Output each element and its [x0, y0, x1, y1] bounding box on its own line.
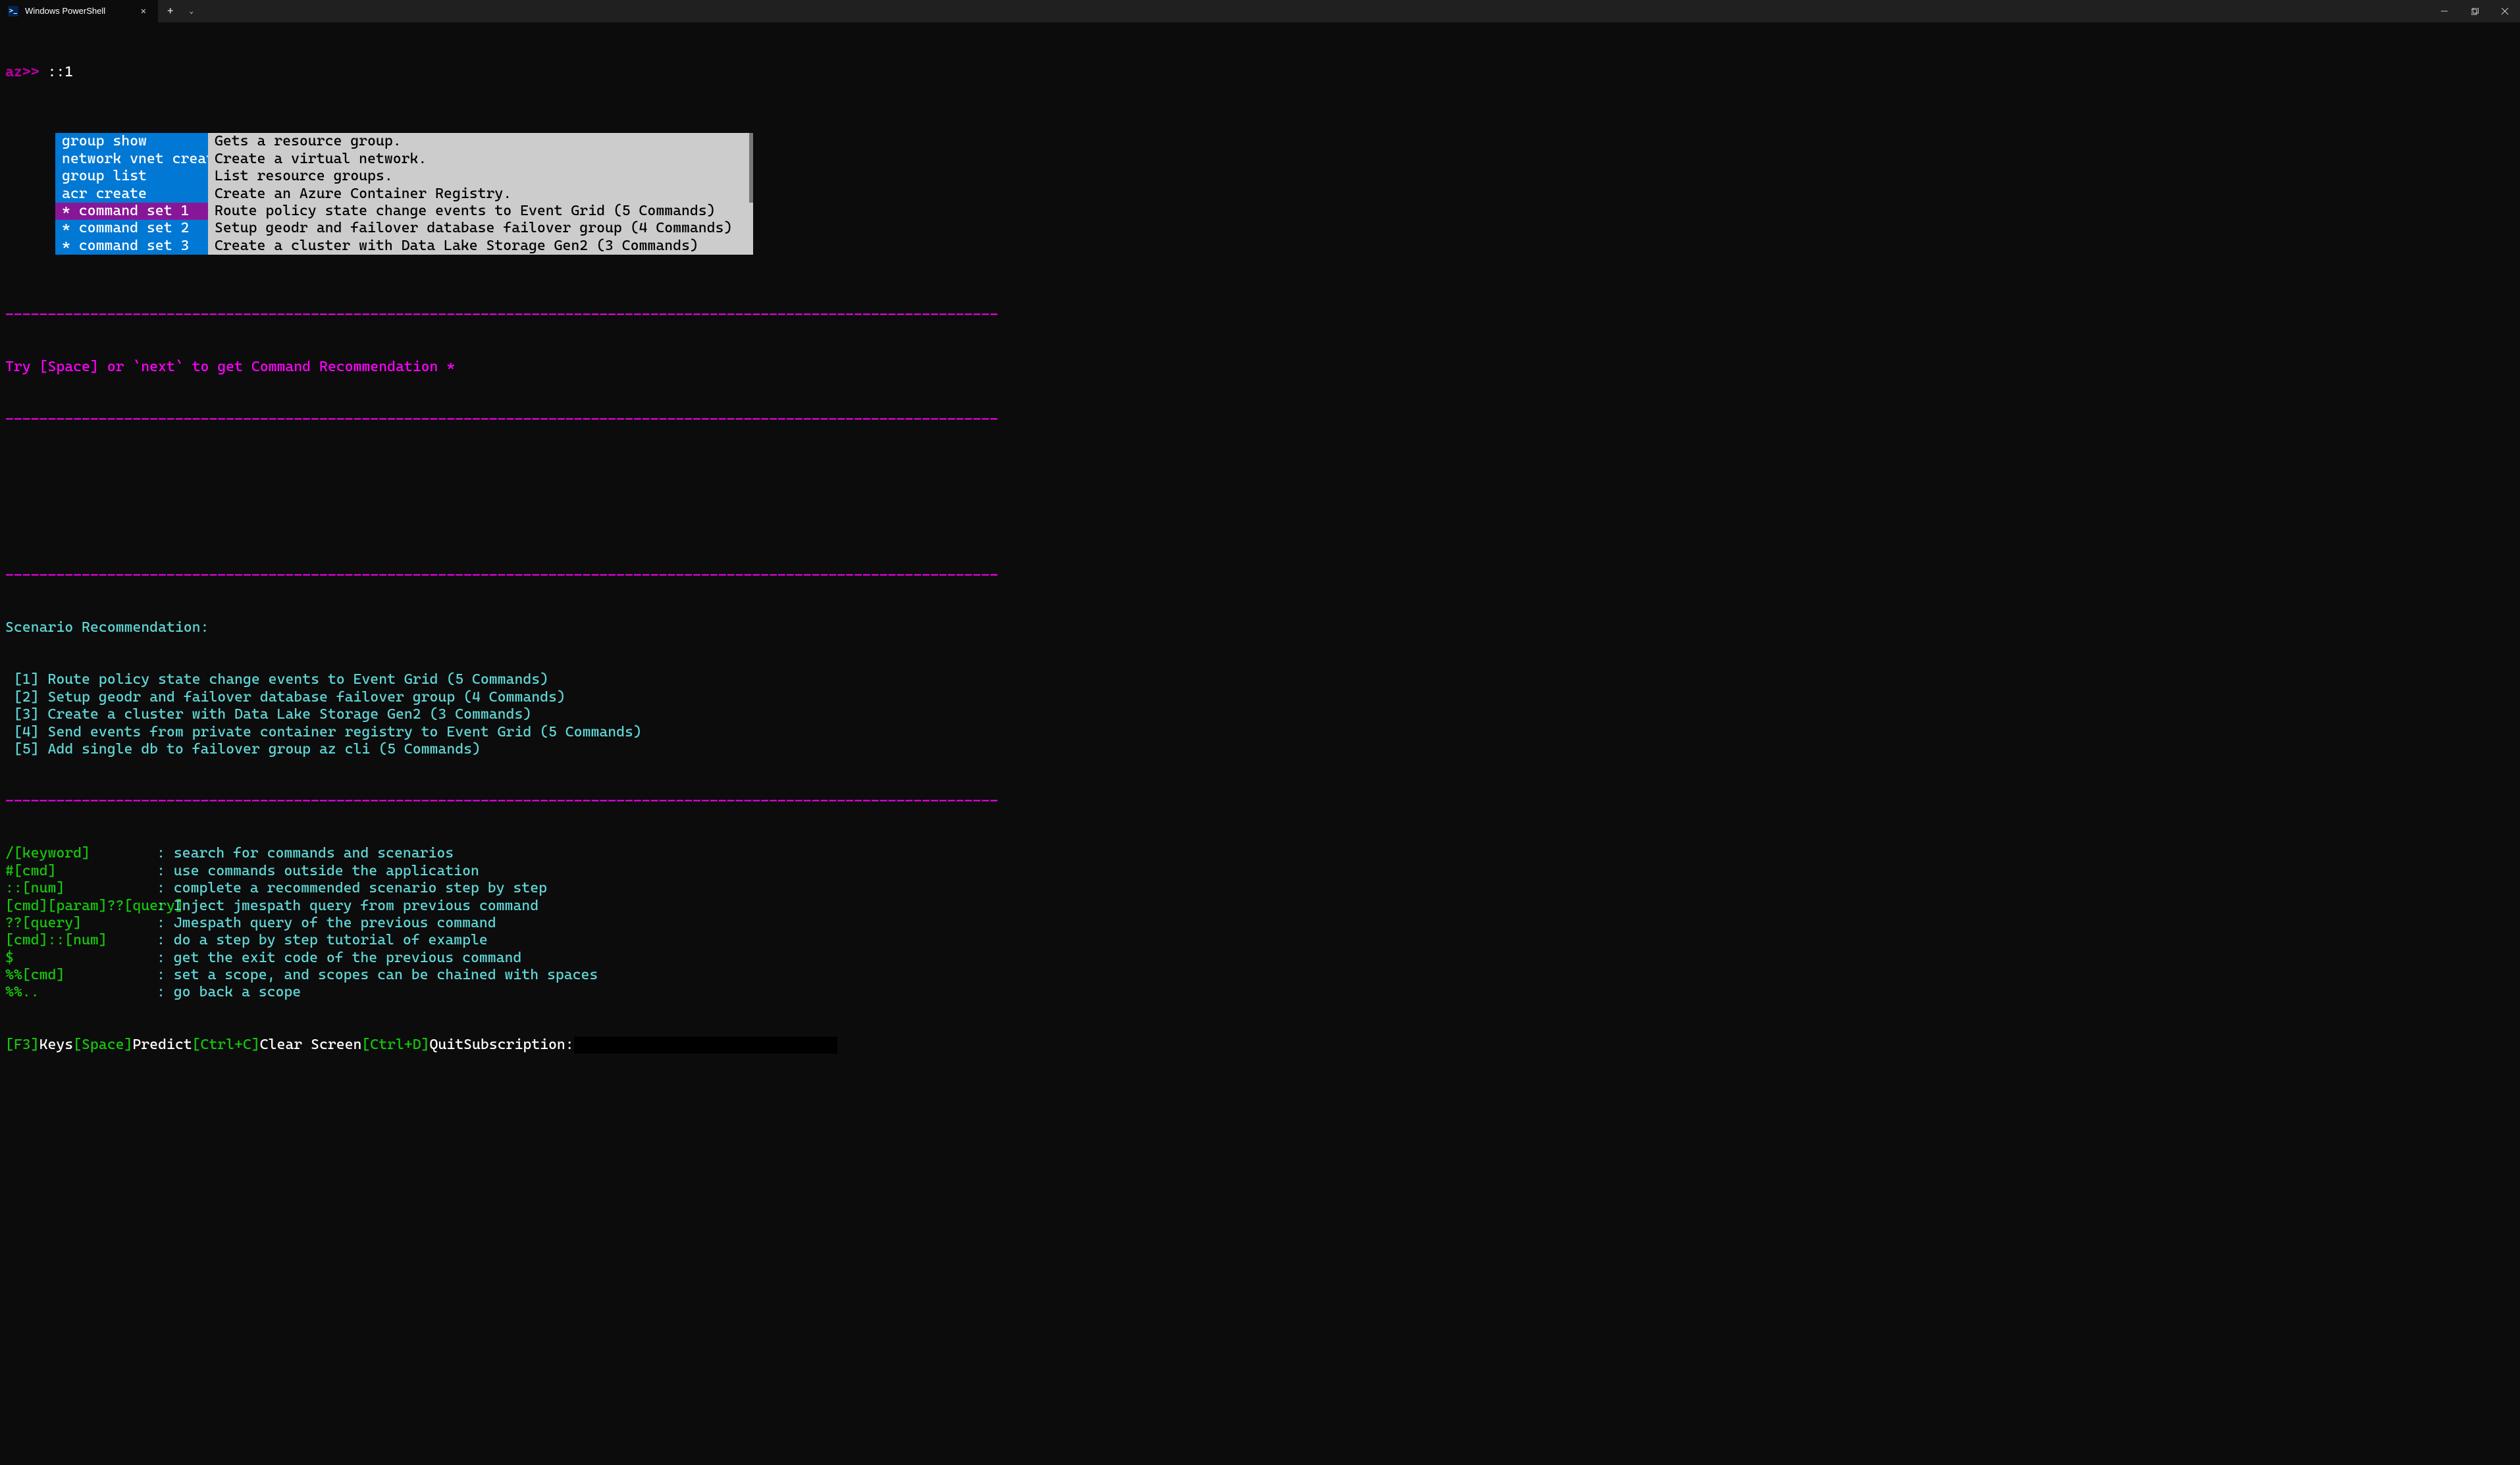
help-desc: : search for commands and scenarios: [157, 845, 454, 862]
window-titlebar: >_ Windows PowerShell ✕ + ⌄: [0, 0, 2520, 22]
status-bar: [F3]Keys[Space]Predict[Ctrl+C]Clear Scre…: [5, 1037, 2515, 1054]
prompt-line: az>> ::1: [5, 64, 2515, 81]
new-tab-button[interactable]: +: [158, 0, 182, 22]
key-ctrl-c: [Ctrl+C]: [192, 1037, 260, 1053]
label-clear: Clear Screen: [260, 1037, 362, 1053]
help-key: /[keyword]: [5, 845, 157, 862]
help-desc: : go back a scope: [157, 984, 301, 1001]
scenario-item: [5] Add single db to failover group az c…: [5, 741, 2515, 758]
help-row: [cmd]::[num]: do a step by step tutorial…: [5, 932, 2515, 949]
completion-description: Setup geodr and failover database failov…: [208, 220, 753, 237]
hint-line: Try [Space] or `next` to get Command Rec…: [5, 359, 2515, 376]
completion-item[interactable]: acr createCreate an Azure Container Regi…: [55, 186, 753, 203]
help-row: ??[query]: Jmespath query of the previou…: [5, 915, 2515, 932]
completion-command: group show: [55, 133, 208, 150]
scenario-item: [2] Setup geodr and failover database fa…: [5, 689, 2515, 706]
separator-line: ----------------------------------------…: [5, 793, 2515, 810]
help-key: ??[query]: [5, 915, 157, 932]
help-desc: : Inject jmespath query from previous co…: [157, 898, 538, 915]
completion-item[interactable]: network vnet createCreate a virtual netw…: [55, 151, 753, 168]
key-ctrl-d: [Ctrl+D]: [361, 1037, 429, 1053]
completion-command: * command set 3: [55, 238, 208, 255]
subscription-label: Subscription:: [463, 1037, 574, 1053]
minimize-button[interactable]: [2429, 0, 2459, 22]
key-f3: [F3]: [5, 1037, 39, 1053]
completion-description: List resource groups.: [208, 168, 753, 185]
scenario-heading: Scenario Recommendation:: [5, 619, 2515, 636]
minimize-icon: [2441, 8, 2448, 14]
help-row: #[cmd]: use commands outside the applica…: [5, 863, 2515, 880]
hint-text: Try [Space] or `next` to get Command Rec…: [5, 359, 446, 375]
label-predict: Predict: [132, 1037, 192, 1053]
help-key: %%[cmd]: [5, 967, 157, 984]
scenario-item: [3] Create a cluster with Data Lake Stor…: [5, 706, 2515, 723]
titlebar-drag-area[interactable]: [200, 0, 2429, 22]
completion-description: Create a virtual network.: [208, 151, 753, 168]
completion-command: group list: [55, 168, 208, 185]
help-desc: : do a step by step tutorial of example: [157, 932, 488, 949]
help-row: %%..: go back a scope: [5, 984, 2515, 1001]
prompt-label: az>>: [5, 64, 47, 81]
help-key: %%..: [5, 984, 157, 1001]
help-desc: : get the exit code of the previous comm…: [157, 950, 521, 967]
completion-command: acr create: [55, 186, 208, 203]
tab-close-button[interactable]: ✕: [137, 5, 150, 18]
subscription-value-redacted: [574, 1037, 837, 1054]
scenario-item: [1] Route policy state change events to …: [5, 671, 2515, 688]
maximize-icon: [2471, 8, 2479, 15]
completion-command: * command set 2: [55, 220, 208, 237]
completion-item[interactable]: group listList resource groups.: [55, 168, 753, 185]
terminal-area[interactable]: az>> ::1 group showGets a resource group…: [0, 22, 2520, 1071]
help-key: ::[num]: [5, 880, 157, 897]
help-row: ::[num]: complete a recommended scenario…: [5, 880, 2515, 897]
help-key: #[cmd]: [5, 863, 157, 880]
dropdown-scrollbar[interactable]: [749, 133, 753, 202]
hint-star: *: [446, 359, 455, 375]
help-row: [cmd][param]??[query]: Inject jmespath q…: [5, 898, 2515, 915]
completion-item[interactable]: * command set 2Setup geodr and failover …: [55, 220, 753, 237]
completion-description: Gets a resource group.: [208, 133, 753, 150]
completion-dropdown[interactable]: group showGets a resource group.network …: [55, 133, 753, 255]
completion-command: network vnet create: [55, 151, 208, 168]
label-keys: Keys: [39, 1037, 74, 1053]
help-desc: : complete a recommended scenario step b…: [157, 880, 547, 897]
help-row: /[keyword]: search for commands and scen…: [5, 845, 2515, 862]
maximize-button[interactable]: [2459, 0, 2490, 22]
completion-item[interactable]: * command set 3Create a cluster with Dat…: [55, 238, 753, 255]
completion-item[interactable]: * command set 1Route policy state change…: [55, 203, 753, 220]
help-key: $: [5, 950, 157, 967]
label-quit: Quit: [430, 1037, 464, 1053]
key-space: [Space]: [73, 1037, 132, 1053]
completion-description: Create a cluster with Data Lake Storage …: [208, 238, 753, 255]
close-window-button[interactable]: [2490, 0, 2520, 22]
tab-dropdown-button[interactable]: ⌄: [182, 0, 200, 22]
separator-line: ----------------------------------------…: [5, 411, 2515, 428]
completion-command: * command set 1: [55, 203, 208, 220]
help-row: $: get the exit code of the previous com…: [5, 950, 2515, 967]
command-input[interactable]: ::1: [47, 64, 73, 81]
separator-line: ----------------------------------------…: [5, 307, 2515, 324]
help-key: [cmd][param]??[query]: [5, 898, 157, 915]
powershell-icon: >_: [8, 6, 18, 16]
help-row: %%[cmd]: set a scope, and scopes can be …: [5, 967, 2515, 984]
close-icon: [2502, 8, 2509, 15]
help-desc: : use commands outside the application: [157, 863, 479, 880]
tab-title: Windows PowerShell: [25, 6, 130, 16]
separator-line: ----------------------------------------…: [5, 567, 2515, 584]
tab-powershell[interactable]: >_ Windows PowerShell ✕: [0, 0, 158, 22]
completion-description: Create an Azure Container Registry.: [208, 186, 753, 203]
help-key: [cmd]::[num]: [5, 932, 157, 949]
completion-description: Route policy state change events to Even…: [208, 203, 753, 220]
help-desc: : Jmespath query of the previous command: [157, 915, 496, 932]
completion-item[interactable]: group showGets a resource group.: [55, 133, 753, 150]
scenario-item: [4] Send events from private container r…: [5, 724, 2515, 741]
help-desc: : set a scope, and scopes can be chained…: [157, 967, 598, 984]
